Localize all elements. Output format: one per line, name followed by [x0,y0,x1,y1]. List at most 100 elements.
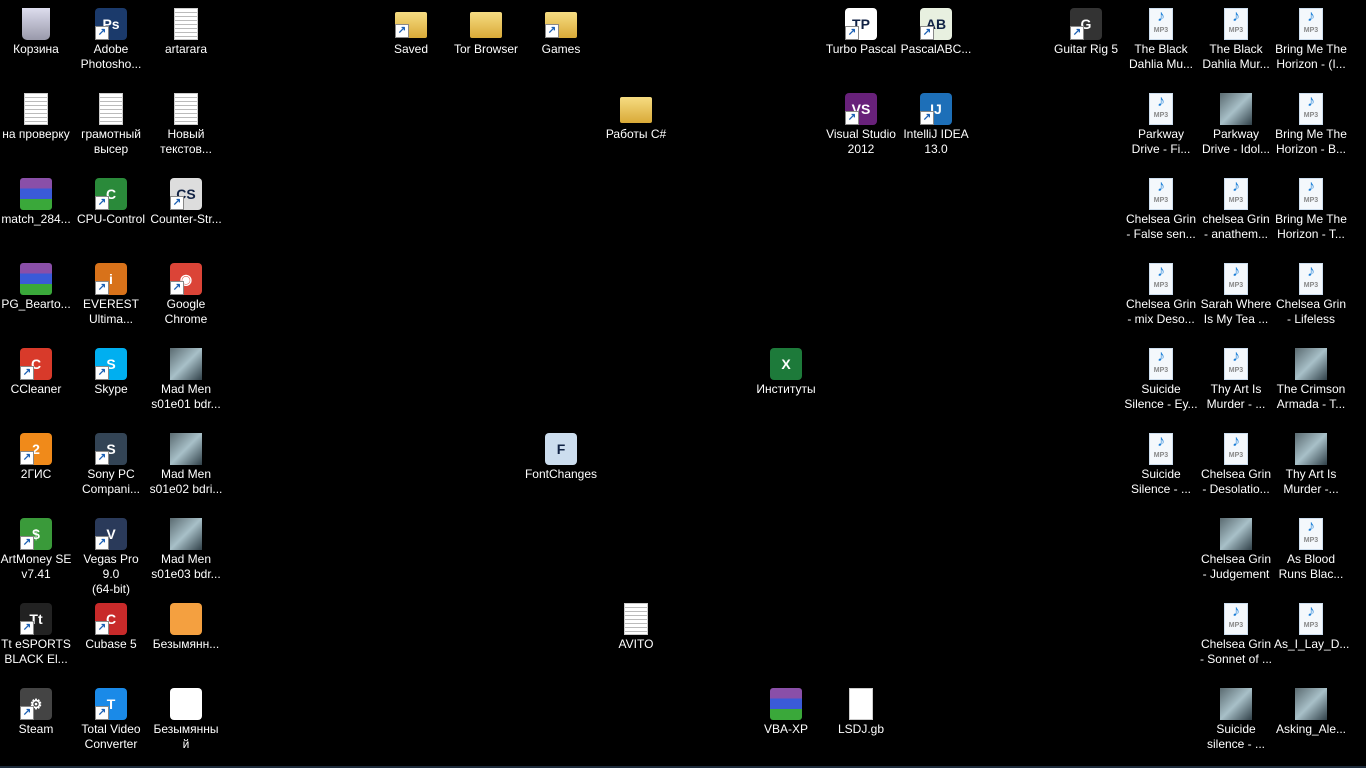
ccleaner-icon: C ↗ [20,348,52,380]
desktop-icon[interactable]: Tt ↗ Tt eSPORTS BLACK El... [0,599,73,679]
desktop-icon-label: на проверку [2,127,70,141]
desktop-icon[interactable]: i ↗ EVEREST Ultima... [74,259,148,339]
tt-esports-icon: Tt ↗ [20,603,52,635]
desktop-icon-label: Suicide Silence - ... [1130,467,1192,496]
folder-icon [620,97,652,123]
desktop-icon[interactable]: Новый текстов... [149,89,223,169]
desktop-icon[interactable]: Работы C# [599,89,673,169]
desktop-icon-label: Visual Studio 2012 [826,127,896,156]
desktop-icon[interactable]: X Институты [749,344,823,424]
desktop-icon[interactable]: IJ ↗ IntelliJ IDEA 13.0 [899,89,973,169]
desktop-icon[interactable]: Безымянны й [149,684,223,764]
desktop-icon[interactable]: ♪ MP3 Suicide Silence - Ey... [1124,344,1198,424]
desktop-icon[interactable]: The Crimson Armada - T... [1274,344,1348,424]
desktop-icon[interactable]: TP ↗ Turbo Pascal [824,4,898,84]
folder-icon: ↗ [395,12,427,38]
desktop-icon[interactable]: ↗ Saved [374,4,448,84]
desktop-icon[interactable]: ♪ MP3 Chelsea Grin - Desolatio... [1199,429,1273,509]
desktop-icon[interactable]: Безымянн... [149,599,223,679]
shortcut-arrow-icon: ↗ [95,536,109,550]
desktop-icon[interactable]: CS ↗ Counter-Str... [149,174,223,254]
desktop-icon[interactable]: ♪ MP3 Chelsea Grin - mix Deso... [1124,259,1198,339]
desktop-icon[interactable]: ♪ MP3 Thy Art Is Murder - ... [1199,344,1273,424]
desktop-icon-label: Cubase 5 [85,637,137,651]
mp3-file-icon: ♪ MP3 [1224,348,1248,380]
recycle-bin-icon [22,8,50,40]
shortcut-arrow-icon: ↗ [95,196,109,210]
desktop-icon[interactable]: ♪ MP3 Sarah Where Is My Tea ... [1199,259,1273,339]
desktop-icon-label: Adobe Photosho... [80,42,142,71]
desktop-icon[interactable]: Asking_Ale... [1274,684,1348,764]
desktop-icon[interactable]: ♪ MP3 Bring Me The Horizon - T... [1274,174,1348,254]
desktop-icon[interactable]: T ↗ Total Video Converter [74,684,148,764]
folder-icon [470,12,502,38]
desktop-icon[interactable]: S ↗ Sony PC Compani... [74,429,148,509]
desktop-icon[interactable]: C ↗ CPU-Control [74,174,148,254]
mp3-file-icon: ♪ MP3 [1224,178,1248,210]
application-icon: F [545,433,577,465]
desktop-icon[interactable]: S ↗ Skype [74,344,148,424]
shortcut-arrow-icon: ↗ [170,281,184,295]
desktop-icon[interactable]: LSDJ.gb [824,684,898,764]
desktop-icon[interactable]: Thy Art Is Murder -... [1274,429,1348,509]
desktop-icon[interactable]: AB ↗ PascalABC... [899,4,973,84]
image-thumbnail-icon [1295,348,1327,380]
desktop-icon[interactable]: ♪ MP3 Chelsea Grin - False sen... [1124,174,1198,254]
desktop-icon[interactable]: ♪ MP3 The Black Dahlia Mu... [1124,4,1198,84]
desktop-icon[interactable]: Mad Men s01e01 bdr... [149,344,223,424]
desktop-icon[interactable]: на проверку [0,89,73,169]
desktop-icon[interactable]: C ↗ Cubase 5 [74,599,148,679]
counter-strike-icon: CS ↗ [170,178,202,210]
desktop-icon[interactable]: artarara [149,4,223,84]
desktop-icon-label: LSDJ.gb [837,722,885,736]
desktop-icon-label: Parkway Drive - Idol... [1201,127,1270,156]
desktop-icon[interactable]: Mad Men s01e02 bdri... [149,429,223,509]
desktop-icon[interactable]: ♪ MP3 Bring Me The Horizon - (I... [1274,4,1348,84]
desktop-icon-label: Tt eSPORTS BLACK El... [1,637,71,666]
pascalabc-icon: AB ↗ [920,8,952,40]
desktop-icon[interactable]: Parkway Drive - Idol... [1199,89,1273,169]
desktop-icon-label: Sarah Where Is My Tea ... [1200,297,1272,326]
desktop-icon-label: Thy Art Is Murder -... [1283,467,1339,496]
desktop-icon[interactable]: G ↗ Guitar Rig 5 [1049,4,1123,84]
desktop-icon[interactable]: C ↗ CCleaner [0,344,73,424]
photoshop-icon: Ps ↗ [95,8,127,40]
desktop-icon[interactable]: AVITO [599,599,673,679]
desktop-icon[interactable]: ♪ MP3 Suicide Silence - ... [1124,429,1198,509]
desktop-icon[interactable]: ↗ Games [524,4,598,84]
desktop-icon-label: Sony PC Compani... [81,467,141,496]
desktop-icon[interactable]: грамотный высер [74,89,148,169]
desktop-icon[interactable]: 2 ↗ 2ГИС [0,429,73,509]
desktop-icon[interactable]: ♪ MP3 As Blood Runs Blac... [1274,514,1348,594]
desktop-icon[interactable]: ♪ MP3 chelsea Grin - anathem... [1199,174,1273,254]
desktop-icon-label: Chelsea Grin - mix Deso... [1125,297,1197,326]
desktop-icon[interactable]: ⚙ ↗ Steam [0,684,73,764]
desktop-icon[interactable]: ♪ MP3 Parkway Drive - Fi... [1124,89,1198,169]
image-thumbnail-icon [1220,518,1252,550]
desktop-icon[interactable]: $ ↗ ArtMoney SE v7.41 [0,514,73,594]
desktop-icon[interactable]: V ↗ Vegas Pro 9.0 (64-bit) [74,514,148,596]
desktop-icon[interactable]: match_284... [0,174,73,254]
desktop-icon-label: EVEREST Ultima... [82,297,139,326]
desktop-icon[interactable]: Mad Men s01e03 bdr... [149,514,223,594]
desktop[interactable]: Корзина Ps ↗ Adobe Photosho... artarara ↗ Save… [0,0,1366,768]
desktop-icon[interactable]: F FontChanges [524,429,598,509]
desktop-icon[interactable]: Ps ↗ Adobe Photosho... [74,4,148,84]
2gis-icon: 2 ↗ [20,433,52,465]
desktop-icon[interactable]: ◉ ↗ Google Chrome [149,259,223,339]
desktop-icon[interactable]: ♪ MP3 Chelsea Grin - Lifeless [1274,259,1348,339]
desktop-icon[interactable]: ♪ MP3 The Black Dahlia Mur... [1199,4,1273,84]
desktop-icon[interactable]: Suicide silence - ... [1199,684,1273,764]
shortcut-arrow-icon: ↗ [95,451,109,465]
desktop-icon[interactable]: Chelsea Grin - Judgement [1199,514,1273,594]
desktop-icon[interactable]: ♪ MP3 Chelsea Grin - Sonnet of ... [1199,599,1273,679]
desktop-icon[interactable]: PG_Bearto... [0,259,73,339]
desktop-icon-label: Google Chrome [164,297,208,326]
desktop-icon[interactable]: VBA-XP [749,684,823,764]
desktop-icon[interactable]: ♪ MP3 As_I_Lay_D... [1274,599,1349,679]
desktop-icon[interactable]: VS ↗ Visual Studio 2012 [824,89,898,169]
desktop-icon[interactable]: ♪ MP3 Bring Me The Horizon - B... [1274,89,1348,169]
desktop-icon[interactable]: Корзина [0,4,73,84]
desktop-icon-label: AVITO [618,637,654,651]
desktop-icon[interactable]: Tor Browser [449,4,523,84]
